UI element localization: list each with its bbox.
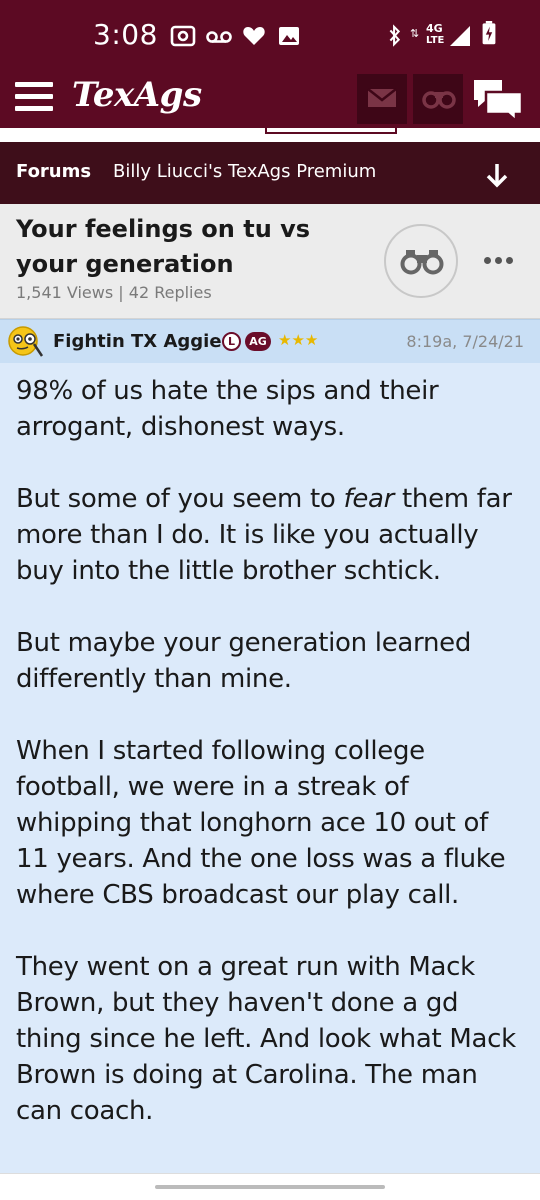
network-indicator: ⇅ 4G LTE: [410, 22, 445, 47]
avatar[interactable]: [8, 325, 44, 359]
post-author[interactable]: Fightin TX Aggie: [53, 331, 222, 352]
breadcrumb: Forums Billy Liucci's TexAgs Premium: [0, 142, 540, 204]
thread-header: Your feelings on tu vs your generation 1…: [0, 204, 540, 319]
menu-icon[interactable]: [15, 82, 53, 112]
binoculars-icon: [422, 91, 456, 109]
status-bar: 3:08 ⇅ 4G LTE: [0, 0, 540, 70]
mail-icon: [367, 88, 397, 107]
post-header: Fightin TX Aggie L AG ★★★ 8:19a, 7/24/21: [0, 319, 540, 363]
watch-thread-button[interactable]: [384, 224, 458, 298]
more-icon[interactable]: [484, 257, 514, 267]
post-paragraph: 98% of us hate the sips and their arroga…: [16, 376, 439, 442]
radio-icon: [170, 25, 196, 47]
binoculars-icon: [400, 250, 444, 275]
post-body: 98% of us hate the sips and their arroga…: [0, 363, 540, 1173]
chat-icon[interactable]: [472, 76, 524, 122]
heart-icon: [243, 27, 265, 45]
bluetooth-icon: [389, 24, 401, 47]
breadcrumb-section[interactable]: Billy Liucci's TexAgs Premium: [113, 161, 376, 182]
thread-title: Your feelings on tu vs your generation: [16, 215, 311, 278]
app-logo[interactable]: TexAgs: [72, 75, 202, 115]
header-divider: [0, 128, 540, 138]
rank-stars: ★★★: [278, 331, 319, 349]
top-bar: 3:08 ⇅ 4G LTE TexAgs: [0, 0, 540, 132]
post-paragraph: They went on a great run with Mack Brown…: [16, 952, 516, 1126]
image-icon: [279, 27, 299, 45]
ag-badge: AG: [245, 332, 271, 351]
letterman-badge: L: [222, 332, 241, 351]
system-nav-bar: [0, 1173, 540, 1200]
home-gesture-handle[interactable]: [155, 1185, 385, 1189]
thread-meta: 1,541 Views | 42 Replies: [16, 283, 212, 302]
signal-icon: [450, 26, 470, 46]
messages-button[interactable]: [357, 74, 407, 124]
watched-threads-button[interactable]: [413, 74, 463, 124]
download-arrow-icon[interactable]: [485, 162, 509, 188]
post-timestamp: 8:19a, 7/24/21: [406, 332, 524, 351]
status-time: 3:08: [93, 18, 158, 51]
app-header: TexAgs: [0, 70, 540, 130]
battery-icon: [482, 21, 496, 45]
post-paragraph: But some of you seem to fear them far mo…: [16, 484, 512, 586]
voicemail-icon: [206, 31, 232, 43]
post-paragraph: When I started following college footbal…: [16, 736, 506, 910]
breadcrumb-forums[interactable]: Forums: [16, 161, 91, 182]
post-paragraph: But maybe your generation learned differ…: [16, 628, 472, 694]
